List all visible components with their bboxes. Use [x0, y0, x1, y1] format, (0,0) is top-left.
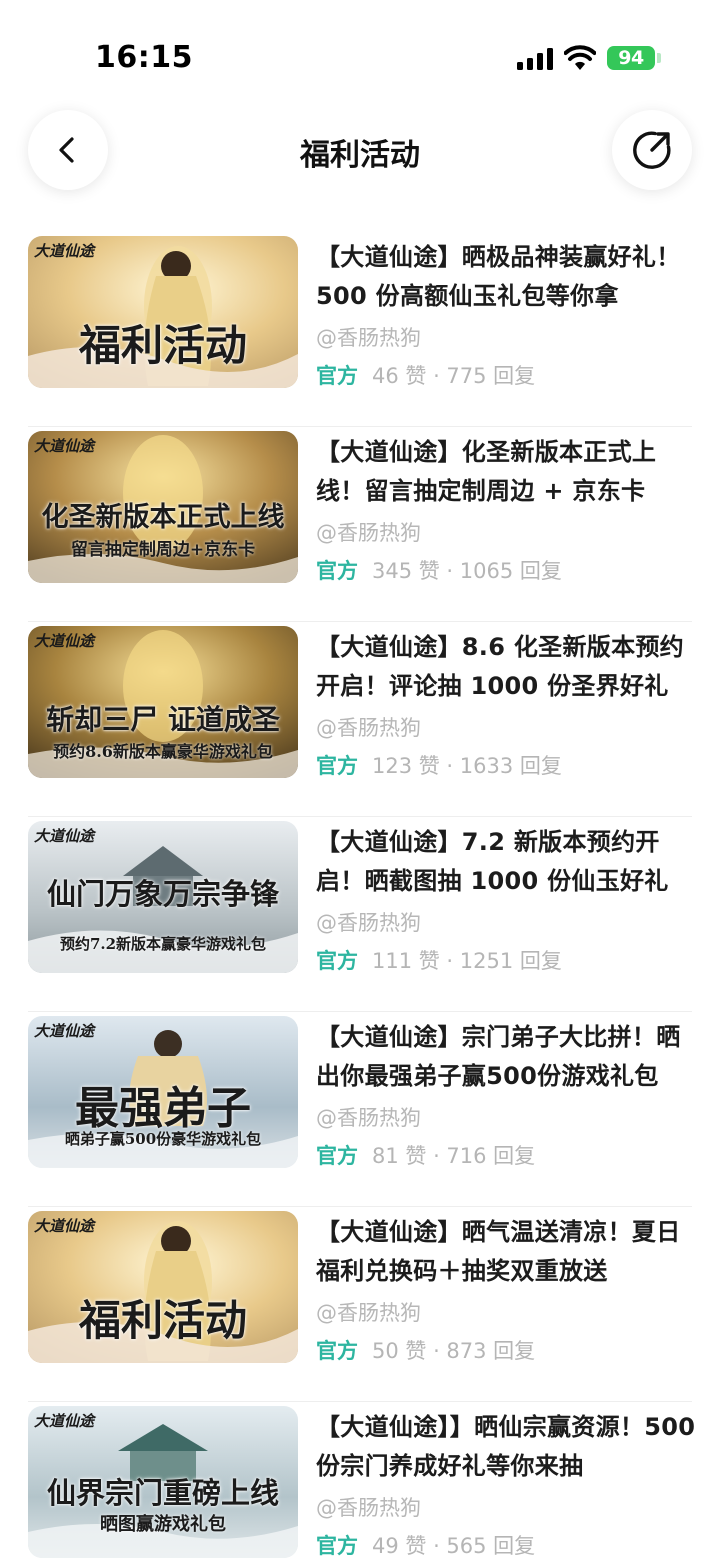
post-stats: 46 赞 · 775 回复 [372, 364, 536, 388]
game-logo: 大道仙途 [34, 827, 95, 845]
nav-bar: 福利活动 [0, 100, 720, 210]
status-bar: 16:15 94 [0, 0, 720, 100]
post-thumbnail[interactable]: 大道仙途 化圣新版本正式上线 留言抽定制周边+京东卡 [28, 431, 298, 583]
official-badge: 官方 [316, 559, 358, 583]
post-author[interactable]: @香肠热狗 [316, 1102, 421, 1132]
cellular-signal-icon [517, 48, 553, 70]
thumbnail-headline: 化圣新版本正式上线 [41, 502, 285, 533]
post-thumbnail[interactable]: 大道仙途 福利活动 [28, 1211, 298, 1363]
battery-tip [657, 53, 661, 63]
post-title[interactable]: 【大道仙途】8.6 化圣新版本预约开启！评论抽 1000 份圣界好礼 [316, 628, 696, 706]
post-meta: 官方 49 赞 · 565 回复 [316, 1530, 535, 1560]
post-meta: 官方 50 赞 · 873 回复 [316, 1335, 535, 1365]
post-author[interactable]: @香肠热狗 [316, 322, 421, 352]
post-stats: 49 赞 · 565 回复 [372, 1534, 536, 1558]
post-stats: 345 赞 · 1065 回复 [372, 559, 562, 583]
game-logo: 大道仙途 [34, 242, 95, 260]
post-author[interactable]: @香肠热狗 [316, 907, 421, 937]
thumbnail-headline: 仙门万象万宗争锋 [46, 877, 279, 911]
post-stats: 81 赞 · 716 回复 [372, 1144, 536, 1168]
game-logo: 大道仙途 [34, 1022, 95, 1040]
game-logo: 大道仙途 [34, 632, 95, 650]
wifi-icon [564, 45, 596, 70]
post-author[interactable]: @香肠热狗 [316, 712, 421, 742]
thumbnail-headline: 斩却三尸 证道成圣 [46, 703, 280, 736]
official-badge: 官方 [316, 949, 358, 973]
post-stats: 111 赞 · 1251 回复 [372, 949, 562, 973]
post-thumbnail[interactable]: 大道仙途 仙门万象万宗争锋 预约7.2新版本赢豪华游戏礼包 [28, 821, 298, 973]
post-thumbnail[interactable]: 大道仙途 最强弟子 晒弟子赢500份豪华游戏礼包 [28, 1016, 298, 1168]
post-stats: 123 赞 · 1633 回复 [372, 754, 562, 778]
status-time: 16:15 [95, 40, 193, 75]
game-logo: 大道仙途 [34, 1412, 95, 1430]
share-button[interactable] [612, 110, 692, 190]
post-author[interactable]: @香肠热狗 [316, 1297, 421, 1327]
official-badge: 官方 [316, 1339, 358, 1363]
post-meta: 官方 111 赞 · 1251 回复 [316, 945, 562, 975]
thumbnail-headline: 仙界宗门重磅上线 [46, 1476, 279, 1510]
post-card[interactable]: 大道仙途 化圣新版本正式上线 留言抽定制周边+京东卡 【大道仙途】化圣新版本正式… [0, 427, 720, 622]
post-card[interactable]: 大道仙途 仙界宗门重磅上线 晒图赢游戏礼包 【大道仙途】】晒仙宗赢资源！500 … [0, 1402, 720, 1565]
post-meta: 官方 123 赞 · 1633 回复 [316, 750, 562, 780]
post-card[interactable]: 大道仙途 福利活动 【大道仙途】晒气温送清凉！夏日福利兑换码＋抽奖双重放送 @香… [0, 1207, 720, 1402]
post-meta: 官方 345 赞 · 1065 回复 [316, 555, 562, 585]
post-title[interactable]: 【大道仙途】】晒仙宗赢资源！500 份宗门养成好礼等你来抽 [316, 1408, 696, 1486]
battery-indicator: 94 [607, 46, 655, 70]
thumbnail-headline: 福利活动 [78, 321, 247, 370]
post-title[interactable]: 【大道仙途】晒极品神装赢好礼！500 份高额仙玉礼包等你拿 [316, 238, 696, 316]
post-meta: 官方 46 赞 · 775 回复 [316, 360, 535, 390]
post-card[interactable]: 大道仙途 福利活动 【大道仙途】晒极品神装赢好礼！500 份高额仙玉礼包等你拿 … [0, 232, 720, 427]
thumbnail-subline: 留言抽定制周边+京东卡 [70, 540, 256, 560]
post-title[interactable]: 【大道仙途】晒气温送清凉！夏日福利兑换码＋抽奖双重放送 [316, 1213, 696, 1291]
post-author[interactable]: @香肠热狗 [316, 517, 421, 547]
post-card[interactable]: 大道仙途 仙门万象万宗争锋 预约7.2新版本赢豪华游戏礼包 【大道仙途】7.2 … [0, 817, 720, 1012]
post-thumbnail[interactable]: 大道仙途 仙界宗门重磅上线 晒图赢游戏礼包 [28, 1406, 298, 1558]
post-card[interactable]: 大道仙途 最强弟子 晒弟子赢500份豪华游戏礼包 【大道仙途】宗门弟子大比拼！晒… [0, 1012, 720, 1207]
post-stats: 50 赞 · 873 回复 [372, 1339, 536, 1363]
post-title[interactable]: 【大道仙途】7.2 新版本预约开启！晒截图抽 1000 份仙玉好礼 [316, 823, 696, 901]
official-badge: 官方 [316, 1534, 358, 1558]
game-logo: 大道仙途 [34, 1217, 95, 1235]
thumbnail-subline: 晒弟子赢500份豪华游戏礼包 [64, 1130, 262, 1148]
thumbnail-headline: 福利活动 [78, 1296, 247, 1345]
post-title[interactable]: 【大道仙途】宗门弟子大比拼！晒出你最强弟子赢500份游戏礼包 [316, 1018, 696, 1096]
post-thumbnail[interactable]: 大道仙途 斩却三尸 证道成圣 预约8.6新版本赢豪华游戏礼包 [28, 626, 298, 778]
thumbnail-headline: 最强弟子 [75, 1083, 251, 1134]
game-logo: 大道仙途 [34, 437, 95, 455]
official-badge: 官方 [316, 364, 358, 388]
share-external-icon [633, 131, 671, 169]
post-meta: 官方 81 赞 · 716 回复 [316, 1140, 535, 1170]
official-badge: 官方 [316, 1144, 358, 1168]
official-badge: 官方 [316, 754, 358, 778]
post-card[interactable]: 大道仙途 斩却三尸 证道成圣 预约8.6新版本赢豪华游戏礼包 【大道仙途】8.6… [0, 622, 720, 817]
thumbnail-subline: 预约8.6新版本赢豪华游戏礼包 [53, 742, 273, 761]
thumbnail-subline: 晒图赢游戏礼包 [100, 1514, 226, 1535]
post-title[interactable]: 【大道仙途】化圣新版本正式上线！留言抽定制周边 + 京东卡 [316, 433, 696, 511]
post-author[interactable]: @香肠热狗 [316, 1492, 421, 1522]
post-thumbnail[interactable]: 大道仙途 福利活动 [28, 236, 298, 388]
thumbnail-subline: 预约7.2新版本赢豪华游戏礼包 [59, 935, 267, 953]
post-list: 大道仙途 福利活动 【大道仙途】晒极品神装赢好礼！500 份高额仙玉礼包等你拿 … [0, 232, 720, 1565]
